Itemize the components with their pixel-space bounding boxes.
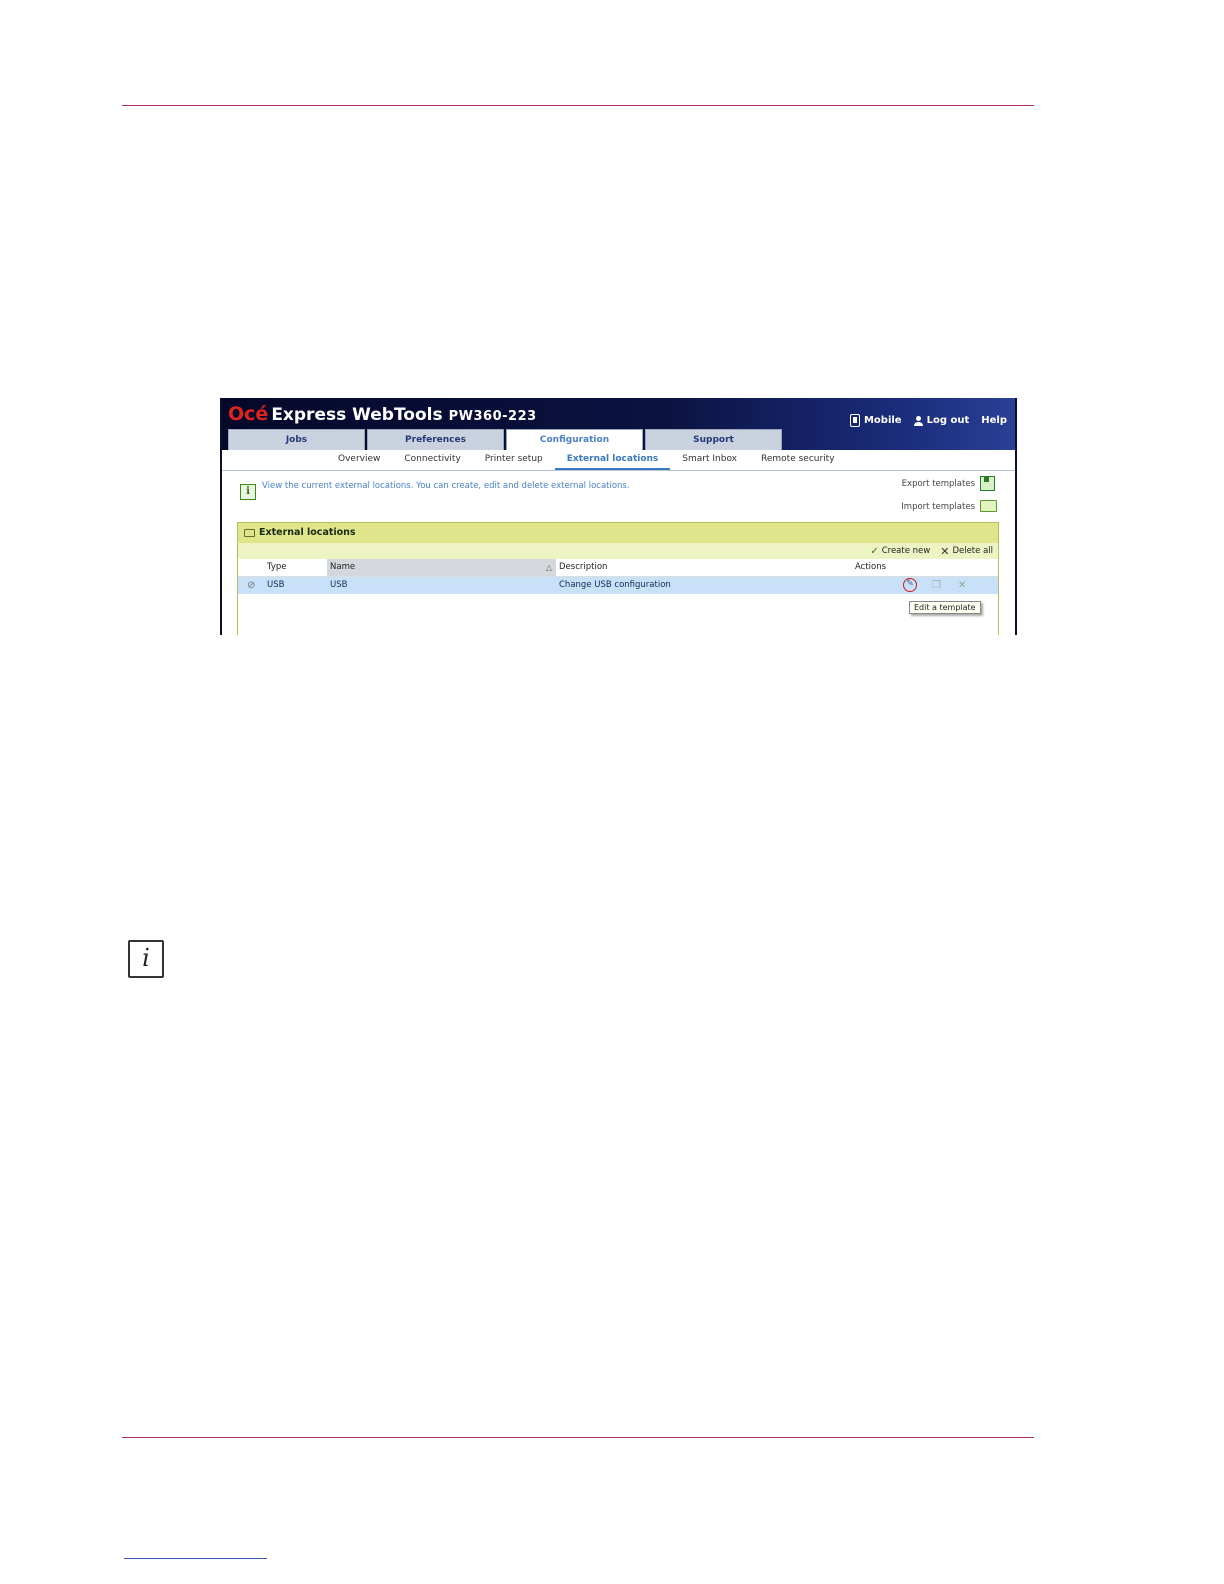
column-icon xyxy=(238,559,264,576)
cell-name: USB xyxy=(330,580,348,590)
tab-support[interactable]: Support xyxy=(645,429,782,450)
product-name: Express WebTools xyxy=(271,405,443,425)
tab-configuration[interactable]: Configuration xyxy=(506,429,643,450)
panel-title: External locations xyxy=(259,527,356,538)
column-type[interactable]: Type xyxy=(264,559,327,576)
tab-preferences[interactable]: Preferences xyxy=(367,429,504,450)
tab-jobs[interactable]: Jobs xyxy=(228,429,365,450)
info-icon: i xyxy=(240,484,256,500)
table-row[interactable]: ⊘ USB USB Change USB configuration ✎ ❐ ✕ xyxy=(238,577,998,594)
top-rule xyxy=(122,105,1034,106)
cell-actions: ✎ ❐ ✕ xyxy=(852,577,998,594)
cell-type: USB xyxy=(267,580,285,590)
folder-icon xyxy=(244,529,255,537)
save-disk-icon[interactable] xyxy=(980,476,995,491)
subnav-connectivity[interactable]: Connectivity xyxy=(392,450,472,470)
open-folder-icon[interactable] xyxy=(980,500,997,512)
column-name[interactable]: Name △ xyxy=(327,559,556,576)
row-type-icon: ⊘ xyxy=(238,577,264,594)
delete-all-button[interactable]: ✕ Delete all xyxy=(940,546,993,557)
panel-toolbar: ✓ Create new ✕ Delete all xyxy=(238,543,998,559)
app-header: Océ Express WebTools PW360-223 Mobile Log … xyxy=(222,398,1015,450)
subnav-smart-inbox[interactable]: Smart Inbox xyxy=(670,450,749,470)
subnav-overview[interactable]: Overview xyxy=(326,450,392,470)
column-description[interactable]: Description xyxy=(556,559,852,576)
sub-navigation: Overview Connectivity Printer setup Exte… xyxy=(222,450,1015,471)
mobile-link[interactable]: Mobile xyxy=(849,414,902,427)
delete-row-icon[interactable]: ✕ xyxy=(958,577,966,594)
subnav-external-locations[interactable]: External locations xyxy=(554,450,671,470)
webtools-screenshot: Océ Express WebTools PW360-223 Mobile Log … xyxy=(220,398,1017,635)
delete-icon: ✕ xyxy=(940,544,950,558)
import-templates-link[interactable]: Import templates xyxy=(901,502,975,512)
panel-header: External locations xyxy=(238,523,998,543)
table-header: Type Name △ Description Actions xyxy=(238,559,998,577)
external-locations-panel: External locations ✓ Create new ✕ Delete a… xyxy=(237,522,999,635)
footer-underline xyxy=(124,1558,267,1559)
export-templates-link[interactable]: Export templates xyxy=(902,479,975,489)
mobile-icon xyxy=(849,414,860,427)
create-icon: ✓ xyxy=(870,545,879,557)
user-icon xyxy=(913,415,923,426)
oce-logo: Océ xyxy=(228,403,269,425)
copy-icon[interactable]: ❐ xyxy=(932,577,941,594)
bottom-rule xyxy=(122,1437,1034,1438)
brand: Océ Express WebTools PW360-223 xyxy=(228,403,537,425)
column-actions: Actions xyxy=(855,562,887,572)
tag-icon: ⊘ xyxy=(247,580,256,591)
subnav-remote-security[interactable]: Remote security xyxy=(749,450,847,470)
subnav-printer-setup[interactable]: Printer setup xyxy=(473,450,555,470)
edit-pencil-icon[interactable]: ✎ xyxy=(903,578,917,592)
note-info-icon: i xyxy=(128,940,164,978)
sort-ascending-icon: △ xyxy=(545,563,552,572)
edit-tooltip: Edit a template xyxy=(909,601,981,614)
top-links: Mobile Log out Help xyxy=(849,414,1007,427)
printer-model: PW360-223 xyxy=(448,409,537,424)
info-text: View the current external locations. You… xyxy=(262,481,630,491)
create-new-button[interactable]: ✓ Create new xyxy=(870,546,930,557)
main-tabs: Jobs Preferences Configuration Support xyxy=(228,429,784,450)
cell-description: Change USB configuration xyxy=(559,580,671,590)
help-link[interactable]: Help xyxy=(981,415,1007,426)
logout-link[interactable]: Log out xyxy=(913,415,969,426)
